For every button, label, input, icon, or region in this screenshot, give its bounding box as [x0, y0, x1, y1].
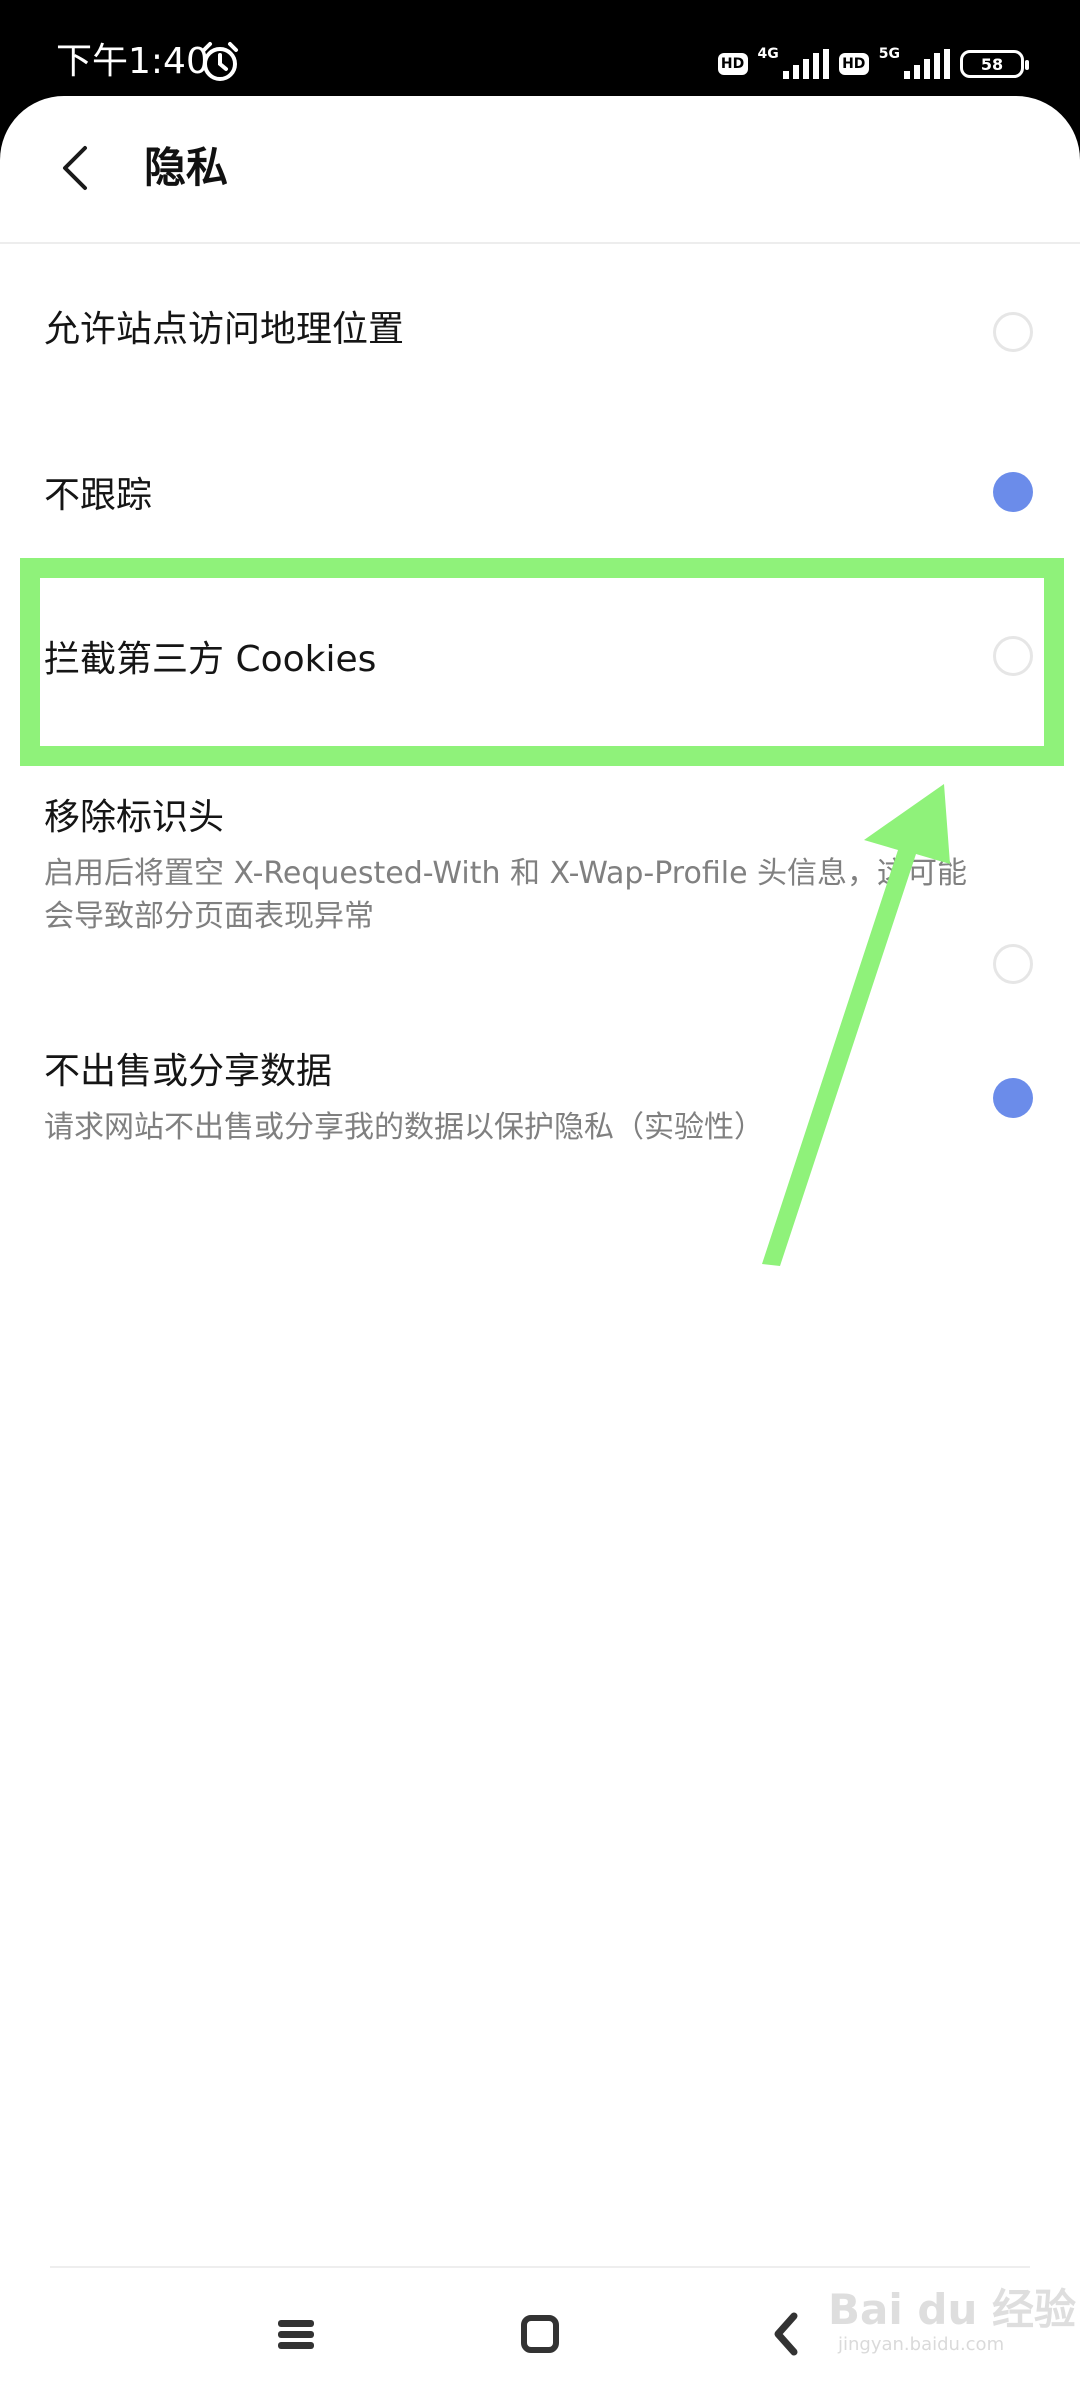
status-time: 下午1:40: [56, 41, 209, 82]
hd-badge: HD: [838, 53, 869, 75]
watermark-text: Bai du 经验: [828, 2285, 1076, 2334]
do-not-sell-radio[interactable]: [993, 1078, 1033, 1118]
back-button[interactable]: [44, 138, 104, 198]
setting-title: 允许站点访问地理位置: [44, 309, 405, 350]
location-radio[interactable]: [993, 312, 1033, 352]
chevron-left-icon: [63, 146, 87, 190]
status-bar: 下午1:40 HD 4G HD 5G 58: [0, 0, 1080, 96]
home-button[interactable]: [508, 2302, 572, 2366]
setting-description: 启用后将置空 X-Requested-With 和 X-Wap-Profile …: [44, 856, 968, 934]
signal-strength-icon: [904, 49, 950, 79]
battery-icon: 58: [960, 50, 1029, 78]
block-cookies-radio[interactable]: [993, 636, 1033, 676]
alarm-clock-icon: [202, 42, 238, 81]
setting-title: 拦截第三方 Cookies: [44, 639, 377, 680]
setting-title: 不跟踪: [44, 475, 153, 516]
setting-row-location[interactable]: 允许站点访问地理位置: [0, 252, 1080, 412]
menu-button[interactable]: [264, 2302, 328, 2366]
watermark-subtext: jingyan.baidu.com: [838, 2334, 1005, 2355]
do-not-track-radio[interactable]: [993, 472, 1033, 512]
remove-headers-radio[interactable]: [993, 944, 1033, 984]
setting-title: 不出售或分享数据: [44, 1051, 333, 1092]
setting-row-do-not-sell-data[interactable]: 不出售或分享数据 请求网站不出售或分享我的数据以保护隐私（实验性）: [0, 1048, 1080, 1268]
app-header: 隐私: [0, 96, 1080, 244]
setting-description: 请求网站不出售或分享我的数据以保护隐私（实验性）: [44, 1110, 764, 1145]
setting-title: 移除标识头: [44, 797, 225, 838]
status-indicators: HD 4G HD 5G 58: [717, 42, 1029, 86]
menu-icon: [278, 2320, 314, 2349]
chevron-left-icon: [774, 2312, 798, 2356]
signal-strength-icon: [782, 49, 829, 79]
watermark: Bai du 经验 jingyan.baidu.com: [828, 2254, 1076, 2364]
privacy-settings-page: 隐私 允许站点访问地理位置 不跟踪 拦截第三方 Cookies 移除标识头 启用…: [0, 96, 1080, 2400]
hd-badge: HD: [717, 53, 748, 75]
setting-row-block-third-party-cookies[interactable]: 拦截第三方 Cookies: [0, 580, 1080, 740]
back-nav-button[interactable]: [755, 2302, 819, 2366]
network-type-label: 5G: [878, 46, 900, 62]
page-title: 隐私: [144, 143, 229, 192]
setting-row-do-not-track[interactable]: 不跟踪: [0, 416, 1080, 576]
network-type-label: 4G: [757, 46, 779, 62]
square-icon: [521, 2315, 559, 2353]
setting-row-remove-identifier-headers[interactable]: 移除标识头 启用后将置空 X-Requested-With 和 X-Wap-Pr…: [0, 786, 1080, 1026]
